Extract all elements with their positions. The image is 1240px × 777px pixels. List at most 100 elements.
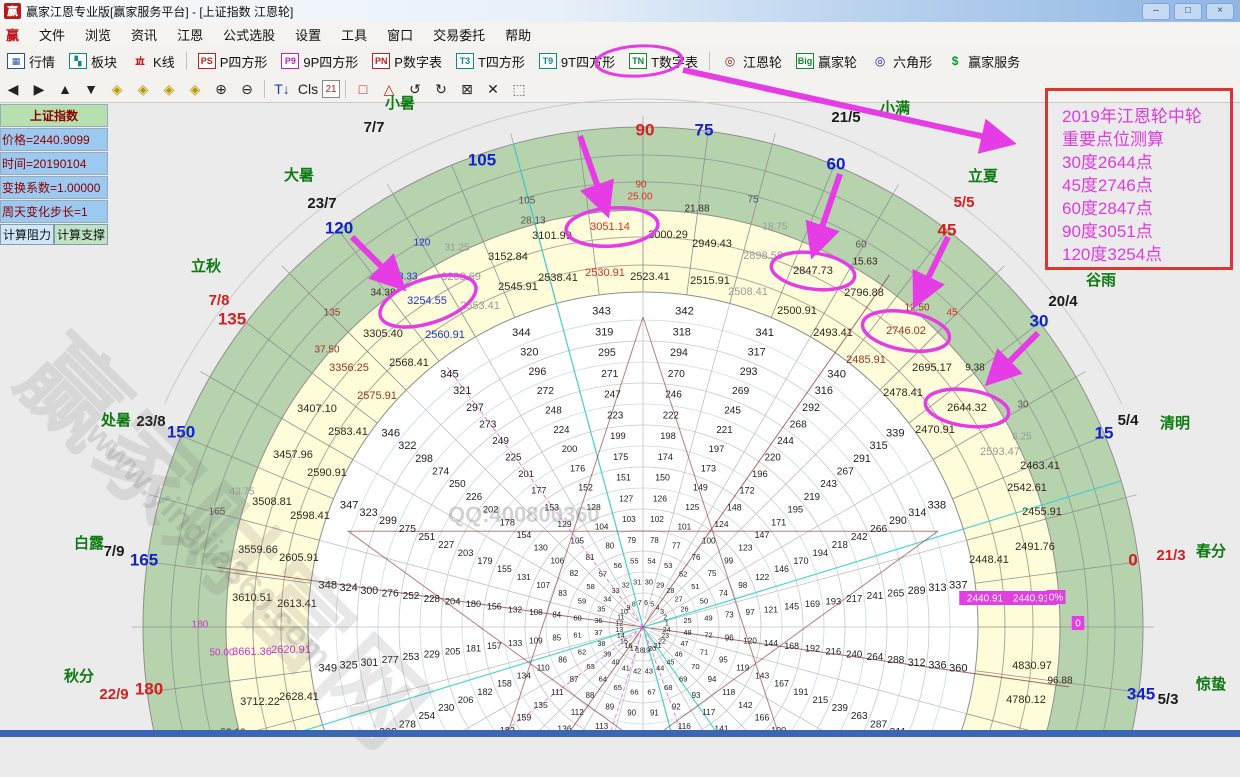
svg-text:294: 294 — [670, 347, 688, 359]
svg-text:70: 70 — [691, 662, 699, 671]
svg-text:129: 129 — [557, 519, 571, 529]
svg-text:199: 199 — [610, 430, 626, 441]
svg-text:300: 300 — [361, 585, 379, 597]
svg-text:22/9: 22/9 — [99, 686, 128, 703]
svg-text:42: 42 — [633, 667, 641, 676]
calc-support-button[interactable]: 计算支撑 — [54, 224, 108, 245]
svg-text:153: 153 — [544, 502, 559, 512]
calc-resistance-button[interactable]: 计算阻力 — [0, 224, 54, 245]
svg-text:196: 196 — [752, 468, 768, 479]
svg-text:91: 91 — [650, 708, 659, 717]
key-levels-annotation-box: 2019年江恩轮中轮 重要点位测算 30度2644点 45度2746点 60度2… — [1045, 88, 1233, 270]
svg-text:109: 109 — [529, 636, 543, 645]
svg-text:201: 201 — [518, 468, 534, 479]
svg-text:清明: 清明 — [1160, 414, 1190, 432]
svg-text:240: 240 — [846, 649, 863, 660]
svg-text:23: 23 — [661, 633, 669, 640]
svg-text:46: 46 — [675, 649, 683, 658]
svg-text:316: 316 — [815, 385, 833, 397]
svg-text:37: 37 — [594, 628, 602, 637]
svg-text:3457.96: 3457.96 — [273, 449, 313, 461]
svg-text:339: 339 — [886, 427, 905, 439]
svg-text:2553.41: 2553.41 — [460, 300, 500, 312]
svg-text:50: 50 — [700, 597, 708, 606]
svg-text:221: 221 — [716, 425, 732, 436]
svg-text:0: 0 — [1128, 550, 1137, 569]
svg-text:5/5: 5/5 — [954, 194, 975, 211]
svg-text:318: 318 — [673, 326, 691, 338]
svg-text:41: 41 — [622, 663, 630, 672]
svg-text:322: 322 — [398, 440, 416, 452]
svg-text:55: 55 — [630, 557, 638, 566]
svg-text:95: 95 — [719, 655, 728, 664]
svg-text:206: 206 — [458, 694, 474, 705]
svg-text:166: 166 — [755, 713, 770, 723]
svg-text:3152.84: 3152.84 — [488, 251, 528, 263]
svg-text:38: 38 — [597, 639, 605, 648]
svg-text:3: 3 — [660, 609, 664, 616]
svg-text:105: 105 — [468, 150, 496, 169]
svg-text:317: 317 — [748, 346, 766, 358]
svg-text:2620.91: 2620.91 — [271, 644, 311, 656]
svg-text:90: 90 — [636, 120, 655, 139]
svg-text:152: 152 — [578, 483, 593, 493]
svg-text:225: 225 — [505, 453, 521, 464]
svg-text:43: 43 — [645, 667, 653, 676]
svg-text:276: 276 — [382, 588, 399, 599]
svg-text:2493.41: 2493.41 — [813, 327, 853, 339]
svg-text:2644.32: 2644.32 — [947, 402, 987, 414]
svg-text:165: 165 — [209, 507, 226, 518]
svg-text:35: 35 — [597, 605, 605, 614]
svg-text:102: 102 — [650, 515, 664, 524]
svg-text:25: 25 — [684, 616, 692, 625]
svg-text:27: 27 — [675, 595, 683, 604]
svg-text:193: 193 — [826, 595, 842, 606]
svg-text:295: 295 — [598, 347, 616, 359]
svg-text:217: 217 — [846, 594, 862, 605]
svg-text:348: 348 — [318, 579, 337, 591]
svg-text:34: 34 — [603, 595, 611, 604]
svg-text:293: 293 — [740, 366, 758, 378]
svg-text:68: 68 — [664, 683, 672, 692]
svg-text:77: 77 — [672, 542, 681, 551]
svg-text:29: 29 — [656, 580, 664, 589]
svg-text:205: 205 — [445, 646, 461, 657]
svg-text:2560.91: 2560.91 — [425, 329, 465, 341]
svg-text:92: 92 — [672, 702, 681, 711]
svg-text:182: 182 — [477, 687, 492, 697]
index-name: 上证指数 — [0, 104, 108, 127]
svg-text:124: 124 — [714, 519, 728, 529]
svg-text:7/7: 7/7 — [364, 119, 385, 136]
svg-text:180: 180 — [192, 620, 209, 631]
svg-text:66: 66 — [630, 687, 638, 696]
svg-text:149: 149 — [693, 483, 708, 493]
svg-text:78: 78 — [650, 536, 659, 545]
svg-text:274: 274 — [432, 466, 449, 477]
svg-text:2463.41: 2463.41 — [1020, 460, 1060, 472]
svg-text:273: 273 — [479, 419, 496, 430]
svg-text:处暑: 处暑 — [100, 411, 131, 429]
svg-text:299: 299 — [379, 515, 397, 527]
svg-text:2448.41: 2448.41 — [969, 554, 1009, 566]
svg-text:266: 266 — [870, 524, 887, 535]
svg-text:12.50: 12.50 — [904, 303, 929, 314]
svg-text:98: 98 — [738, 581, 748, 590]
svg-text:167: 167 — [774, 679, 789, 689]
svg-text:105: 105 — [570, 536, 584, 545]
svg-text:2538.41: 2538.41 — [538, 272, 578, 284]
svg-text:143: 143 — [755, 671, 769, 681]
svg-text:84: 84 — [552, 611, 561, 620]
svg-text:179: 179 — [477, 556, 492, 566]
svg-text:立秋: 立秋 — [191, 257, 222, 275]
annotation-line: 90度3051点 — [1062, 220, 1230, 243]
svg-text:21/5: 21/5 — [831, 109, 860, 126]
svg-text:168: 168 — [784, 641, 799, 651]
svg-text:151: 151 — [616, 473, 631, 483]
svg-text:121: 121 — [764, 604, 778, 614]
svg-text:106: 106 — [550, 556, 564, 565]
svg-text:228: 228 — [424, 594, 440, 605]
svg-text:200: 200 — [562, 443, 578, 454]
svg-text:89: 89 — [605, 702, 614, 711]
svg-text:347: 347 — [340, 499, 359, 511]
svg-text:72: 72 — [704, 631, 712, 640]
